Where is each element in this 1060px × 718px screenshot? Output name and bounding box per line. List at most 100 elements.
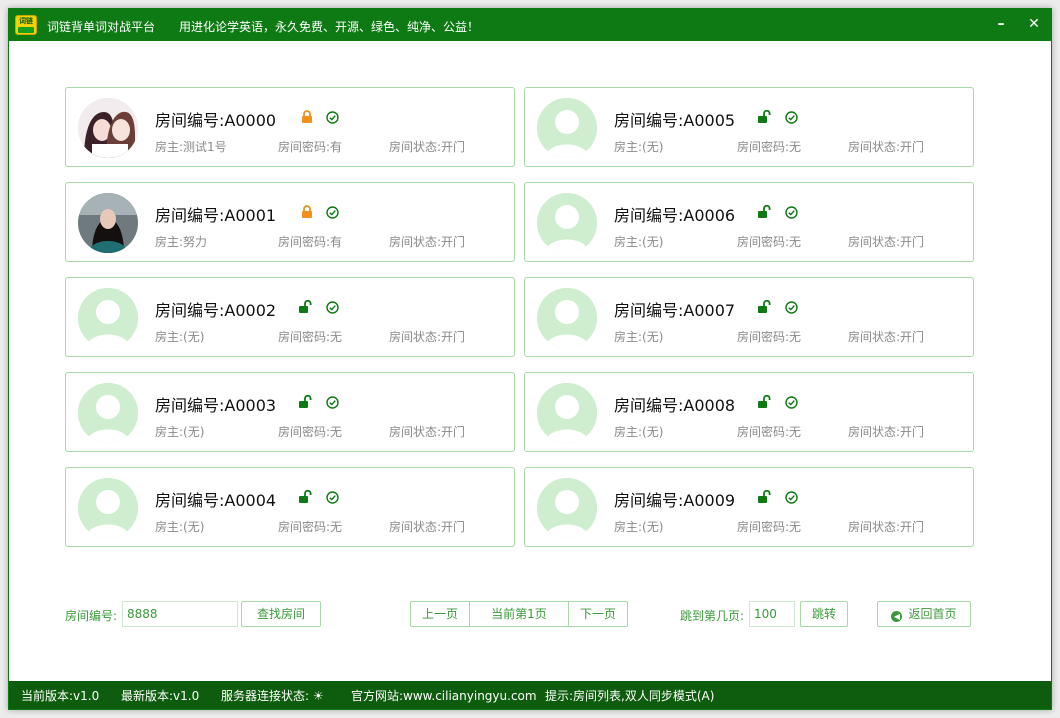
room-title: 房间编号:A0009 (614, 491, 736, 510)
room-title: 房间编号:A0006 (614, 206, 736, 225)
room-card[interactable]: 房间编号:A0005 房主:(无) 房间密码:无 房间状态:开门 (524, 87, 974, 167)
room-status: 房间状态:开门 (389, 425, 466, 439)
room-card[interactable]: 房间编号:A0007 房主:(无) 房间密码:无 房间状态:开门 (524, 277, 974, 357)
room-card[interactable]: 房间编号:A0000 房主:测试1号 房间密码:有 房间状态:开门 (65, 87, 515, 167)
unlock-icon (757, 394, 771, 408)
room-title: 房间编号:A0004 (155, 491, 277, 510)
status-hint: 提示:房间列表,双人同步模式(A) (545, 689, 715, 703)
bottom-controls: 房间编号: 查找房间 上一页 当前第1页 下一页 跳到第几页: 跳转 ◀ 返回首页 (9, 600, 1051, 630)
room-title: 房间编号:A0002 (155, 301, 277, 320)
room-host: 房主:努力 (155, 235, 208, 249)
official-website[interactable]: 官方网站:www.cilianyingyu.com (351, 687, 537, 704)
room-host: 房主:(无) (614, 140, 664, 154)
room-card[interactable]: 房间编号:A0006 房主:(无) 房间密码:无 房间状态:开门 (524, 182, 974, 262)
host-avatar (78, 288, 138, 348)
room-status: 房间状态:开门 (848, 140, 925, 154)
app-logo: 词链 (15, 15, 37, 35)
host-avatar (537, 288, 597, 348)
find-room-button[interactable]: 查找房间 (241, 601, 321, 627)
lock-icon (300, 109, 314, 123)
back-home-label: 返回首页 (908, 607, 957, 621)
room-password: 房间密码:无 (737, 425, 802, 439)
app-name: 词链背单词对战平台 (47, 20, 156, 34)
app-logo-sub (18, 27, 34, 33)
room-password: 房间密码:有 (278, 140, 343, 154)
room-card[interactable]: 房间编号:A0003 房主:(无) 房间密码:无 房间状态:开门 (65, 372, 515, 452)
lock-icon (300, 204, 314, 218)
room-password: 房间密码:无 (278, 425, 343, 439)
unlock-icon (298, 299, 312, 313)
minimize-button[interactable]: – (990, 13, 1012, 35)
check-circle-icon (326, 109, 339, 124)
check-circle-icon (326, 394, 339, 409)
title-bar[interactable]: 词链 词链背单词对战平台 用进化论学英语，永久免费、开源、绿色、纯净、公益！ –… (9, 9, 1051, 41)
room-card[interactable]: 房间编号:A0008 房主:(无) 房间密码:无 房间状态:开门 (524, 372, 974, 452)
latest-version: 最新版本:v1.0 (121, 689, 200, 703)
room-host: 房主:测试1号 (155, 140, 227, 154)
room-card[interactable]: 房间编号:A0009 房主:(无) 房间密码:无 房间状态:开门 (524, 467, 974, 547)
main-window: 词链 词链背单词对战平台 用进化论学英语，永久免费、开源、绿色、纯净、公益！ –… (8, 8, 1052, 710)
room-status: 房间状态:开门 (389, 235, 466, 249)
room-status: 房间状态:开门 (389, 140, 466, 154)
room-status: 房间状态:开门 (848, 520, 925, 534)
room-host: 房主:(无) (614, 235, 664, 249)
check-circle-icon (785, 299, 798, 314)
room-host: 房主:(无) (155, 425, 205, 439)
host-avatar (78, 478, 138, 538)
unlock-icon (298, 394, 312, 408)
room-card[interactable]: 房间编号:A0002 房主:(无) 房间密码:无 房间状态:开门 (65, 277, 515, 357)
host-avatar (537, 98, 597, 158)
check-circle-icon (326, 489, 339, 504)
room-title: 房间编号:A0003 (155, 396, 277, 415)
check-circle-icon (785, 109, 798, 124)
room-host: 房主:(无) (155, 330, 205, 344)
jump-page-input[interactable] (749, 601, 795, 627)
jump-button[interactable]: 跳转 (800, 601, 848, 627)
host-avatar (78, 193, 138, 253)
room-password: 房间密码:无 (278, 330, 343, 344)
app-logo-text: 词链 (19, 17, 33, 25)
unlock-icon (757, 299, 771, 313)
unlock-icon (757, 204, 771, 218)
unlock-icon (298, 489, 312, 503)
room-password: 房间密码:无 (737, 330, 802, 344)
room-title: 房间编号:A0000 (155, 111, 277, 130)
room-host: 房主:(无) (614, 520, 664, 534)
room-password: 房间密码:无 (278, 520, 343, 534)
room-status: 房间状态:开门 (848, 330, 925, 344)
room-status: 房间状态:开门 (848, 425, 925, 439)
room-title: 房间编号:A0007 (614, 301, 736, 320)
room-host: 房主:(无) (155, 520, 205, 534)
check-circle-icon (326, 204, 339, 219)
check-circle-icon (785, 489, 798, 504)
back-arrow-icon: ◀ (891, 611, 903, 622)
close-button[interactable]: ✕ (1023, 13, 1045, 35)
room-card[interactable]: 房间编号:A0004 房主:(无) 房间密码:无 房间状态:开门 (65, 467, 515, 547)
check-circle-icon (785, 204, 798, 219)
room-password: 房间密码:无 (737, 520, 802, 534)
room-status: 房间状态:开门 (389, 330, 466, 344)
check-circle-icon (326, 299, 339, 314)
check-circle-icon (785, 394, 798, 409)
prev-page-button[interactable]: 上一页 (410, 601, 470, 627)
host-avatar (78, 383, 138, 443)
app-slogan: 用进化论学英语，永久免费、开源、绿色、纯净、公益！ (179, 20, 480, 34)
room-password: 房间密码:有 (278, 235, 343, 249)
status-bar: 当前版本:v1.0 最新版本:v1.0 服务器连接状态: ☀ 官方网站:www.… (9, 681, 1051, 709)
back-home-button[interactable]: ◀ 返回首页 (877, 601, 971, 627)
jump-page-label: 跳到第几页: (680, 609, 745, 623)
room-host: 房主:(无) (614, 330, 664, 344)
room-number-input[interactable] (122, 601, 238, 627)
room-password: 房间密码:无 (737, 140, 802, 154)
unlock-icon (757, 489, 771, 503)
unlock-icon (757, 109, 771, 123)
room-card[interactable]: 房间编号:A0001 房主:努力 房间密码:有 房间状态:开门 (65, 182, 515, 262)
server-status: 服务器连接状态: ☀ (221, 689, 324, 703)
host-avatar (537, 478, 597, 538)
next-page-button[interactable]: 下一页 (568, 601, 628, 627)
room-status: 房间状态:开门 (848, 235, 925, 249)
host-avatar (537, 193, 597, 253)
current-page-indicator: 当前第1页 (469, 601, 569, 627)
room-title: 房间编号:A0008 (614, 396, 736, 415)
room-title: 房间编号:A0001 (155, 206, 277, 225)
